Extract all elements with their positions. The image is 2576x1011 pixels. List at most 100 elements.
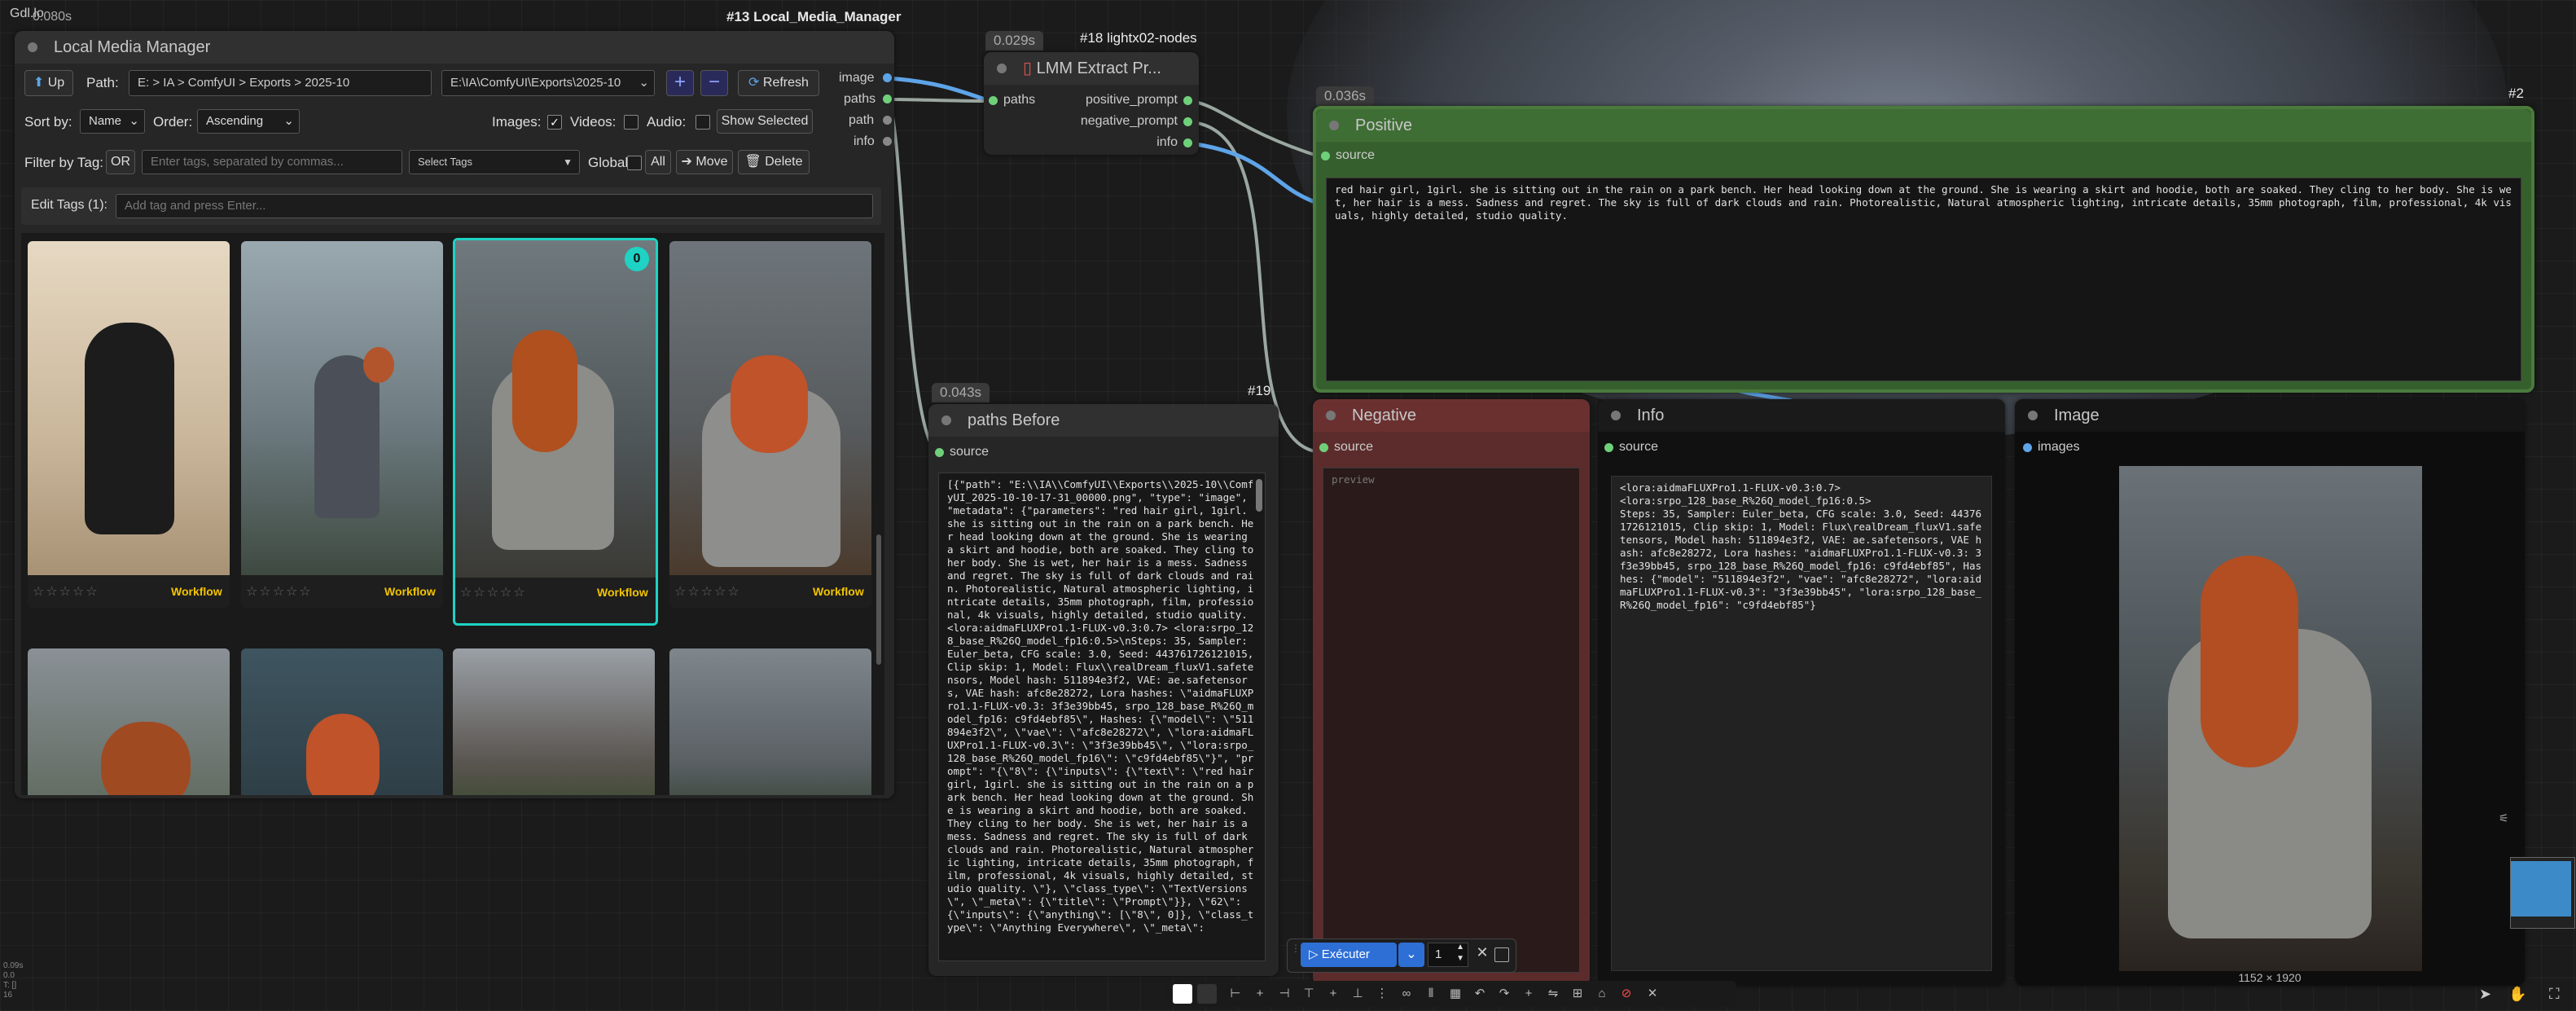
redo-icon[interactable]: ↷: [1494, 983, 1515, 1004]
pointer-tool-icon[interactable]: ➤: [2479, 986, 2502, 1005]
undo-icon[interactable]: ↶: [1469, 983, 1490, 1004]
output-info-socket[interactable]: [883, 137, 892, 146]
thumbnail-image[interactable]: [453, 648, 655, 795]
collapse-dot-icon[interactable]: [1611, 411, 1621, 420]
crumb-exports[interactable]: Exports: [249, 76, 291, 90]
dark-swatch[interactable]: [1197, 984, 1217, 1004]
output-negative-socket[interactable]: [1183, 117, 1192, 126]
local-media-manager-node[interactable]: Local Media Manager ⬆ Up Path: E: > IA >…: [15, 31, 894, 798]
thumbnail-image[interactable]: [669, 241, 871, 575]
run-button[interactable]: ▷ Exécuter: [1301, 943, 1397, 967]
image-input-socket[interactable]: [2023, 443, 2032, 452]
rating-stars[interactable]: ☆☆☆☆☆: [33, 583, 99, 600]
cancel-icon[interactable]: ✕: [1473, 944, 1491, 965]
path-breadcrumb[interactable]: E: > IA > ComfyUI > Exports > 2025-10: [129, 70, 432, 96]
align-left-icon[interactable]: ⊢: [1225, 983, 1246, 1004]
media-card[interactable]: ☆☆☆☆☆ Workflow: [28, 241, 230, 608]
positive-title-bar[interactable]: Positive: [1316, 109, 2531, 142]
info-text-area[interactable]: <lora:aidmaFLUXPro1.1-FLUX-v0.3:0.7> <lo…: [1611, 476, 1992, 971]
run-options-chevron-icon[interactable]: ⌄: [1398, 943, 1424, 967]
hand-tool-icon[interactable]: ✋: [2508, 986, 2531, 1005]
collapse-dot-icon[interactable]: [997, 64, 1007, 73]
plus-icon[interactable]: +: [1518, 983, 1539, 1004]
align-top-icon[interactable]: ⊤: [1298, 983, 1319, 1004]
stop-icon[interactable]: [1494, 947, 1509, 962]
videos-checkbox[interactable]: [624, 115, 639, 130]
columns-icon[interactable]: ⫴: [1420, 983, 1442, 1004]
align-right-icon[interactable]: ⊣: [1274, 983, 1295, 1004]
positive-node[interactable]: Positive source red hair girl, 1girl. sh…: [1313, 106, 2534, 393]
workflow-link[interactable]: Workflow: [597, 586, 648, 599]
align-middle-icon[interactable]: +: [1323, 983, 1344, 1004]
output-info-socket[interactable]: [1183, 138, 1192, 147]
show-selected-button[interactable]: Show Selected: [717, 109, 813, 134]
fit-view-icon[interactable]: ⛶: [2549, 986, 2572, 1005]
collapse-dot-icon[interactable]: [2028, 411, 2038, 420]
collapse-dot-icon[interactable]: [1326, 411, 1336, 420]
drag-handle-icon[interactable]: ⋮: [1291, 943, 1301, 967]
edit-tags-input[interactable]: Add tag and press Enter...: [116, 194, 873, 218]
workflow-link[interactable]: Workflow: [813, 585, 864, 598]
select-tags-dropdown[interactable]: Select Tags ▼: [409, 150, 580, 174]
paths-source-socket[interactable]: [935, 448, 944, 457]
refresh-button[interactable]: ⟳ Refresh: [738, 70, 819, 96]
grid-icon[interactable]: ▦: [1445, 983, 1466, 1004]
add-path-button[interactable]: +: [666, 70, 694, 96]
group-icon[interactable]: ⊞: [1567, 983, 1588, 1004]
negative-source-socket[interactable]: [1319, 443, 1328, 452]
distribute-icon[interactable]: ⋮: [1371, 983, 1393, 1004]
positive-source-socket[interactable]: [1321, 152, 1330, 160]
output-image-socket[interactable]: [883, 73, 892, 82]
output-paths-socket[interactable]: [883, 95, 892, 103]
rating-stars[interactable]: ☆☆☆☆☆: [246, 583, 313, 600]
media-card[interactable]: ☆☆☆☆☆ Workflow: [241, 241, 443, 608]
link-icon[interactable]: ∞: [1396, 983, 1417, 1004]
add-icon[interactable]: +: [1249, 983, 1270, 1004]
minimap-toggle-icon[interactable]: ⚟: [2499, 811, 2512, 824]
flip-icon[interactable]: ⇋: [1543, 983, 1564, 1004]
remove-path-button[interactable]: −: [700, 70, 728, 96]
thumbnail-image[interactable]: [669, 648, 871, 795]
rating-stars[interactable]: ☆☆☆☆☆: [674, 583, 741, 600]
crumb-comfyui[interactable]: ComfyUI: [188, 76, 235, 90]
output-positive-socket[interactable]: [1183, 96, 1192, 105]
move-button[interactable]: ➔ Move: [676, 150, 733, 174]
media-card[interactable]: [241, 648, 443, 795]
tag-filter-input[interactable]: Enter tags, separated by commas...: [142, 150, 402, 174]
negative-node[interactable]: Negative source preview: [1313, 399, 1590, 986]
crumb-ia[interactable]: IA: [163, 76, 173, 90]
extract-title-bar[interactable]: ▯ LMM Extract Pr...: [984, 52, 1199, 85]
info-title-bar[interactable]: Info: [1598, 399, 2005, 432]
sort-select[interactable]: Name ⌄: [80, 109, 145, 134]
lmm-title-bar[interactable]: Local Media Manager: [15, 31, 894, 64]
collapse-dot-icon[interactable]: [1329, 121, 1339, 130]
thumbnail-image[interactable]: [455, 240, 656, 578]
images-checkbox[interactable]: ✓: [547, 115, 562, 130]
thumbnail-image[interactable]: [28, 648, 230, 795]
media-card[interactable]: ☆☆☆☆☆ Workflow: [669, 241, 871, 608]
input-paths-socket[interactable]: [989, 96, 998, 105]
bypass-icon[interactable]: ⊘: [1616, 983, 1637, 1004]
stepper-icon[interactable]: ▲ ▼: [1456, 942, 1464, 965]
align-bottom-icon[interactable]: ⊥: [1347, 983, 1368, 1004]
up-button[interactable]: ⬆ Up: [24, 70, 73, 96]
crumb-2025-10[interactable]: 2025-10: [305, 76, 349, 90]
white-swatch[interactable]: [1173, 984, 1192, 1004]
info-source-socket[interactable]: [1604, 443, 1613, 452]
all-button[interactable]: All: [645, 150, 671, 174]
output-path-socket[interactable]: [883, 116, 892, 125]
collapse-dot-icon[interactable]: [941, 415, 951, 425]
paths-before-node[interactable]: paths Before source [{"path": "E:\\IA\\C…: [928, 404, 1279, 976]
media-card[interactable]: [28, 648, 230, 795]
media-card[interactable]: [669, 648, 871, 795]
workflow-link[interactable]: Workflow: [171, 585, 222, 598]
close-toolbar-icon[interactable]: ✕: [1642, 983, 1663, 1004]
global-checkbox[interactable]: [627, 156, 642, 170]
image-title-bar[interactable]: Image: [2015, 399, 2525, 432]
rating-stars[interactable]: ☆☆☆☆☆: [460, 584, 527, 600]
media-card-selected[interactable]: 0 ☆☆☆☆☆ Workflow: [453, 238, 658, 626]
gallery-scrollbar[interactable]: [876, 534, 881, 665]
negative-title-bar[interactable]: Negative: [1313, 399, 1590, 432]
paths-title-bar[interactable]: paths Before: [928, 404, 1279, 437]
minimap[interactable]: [2510, 857, 2575, 929]
